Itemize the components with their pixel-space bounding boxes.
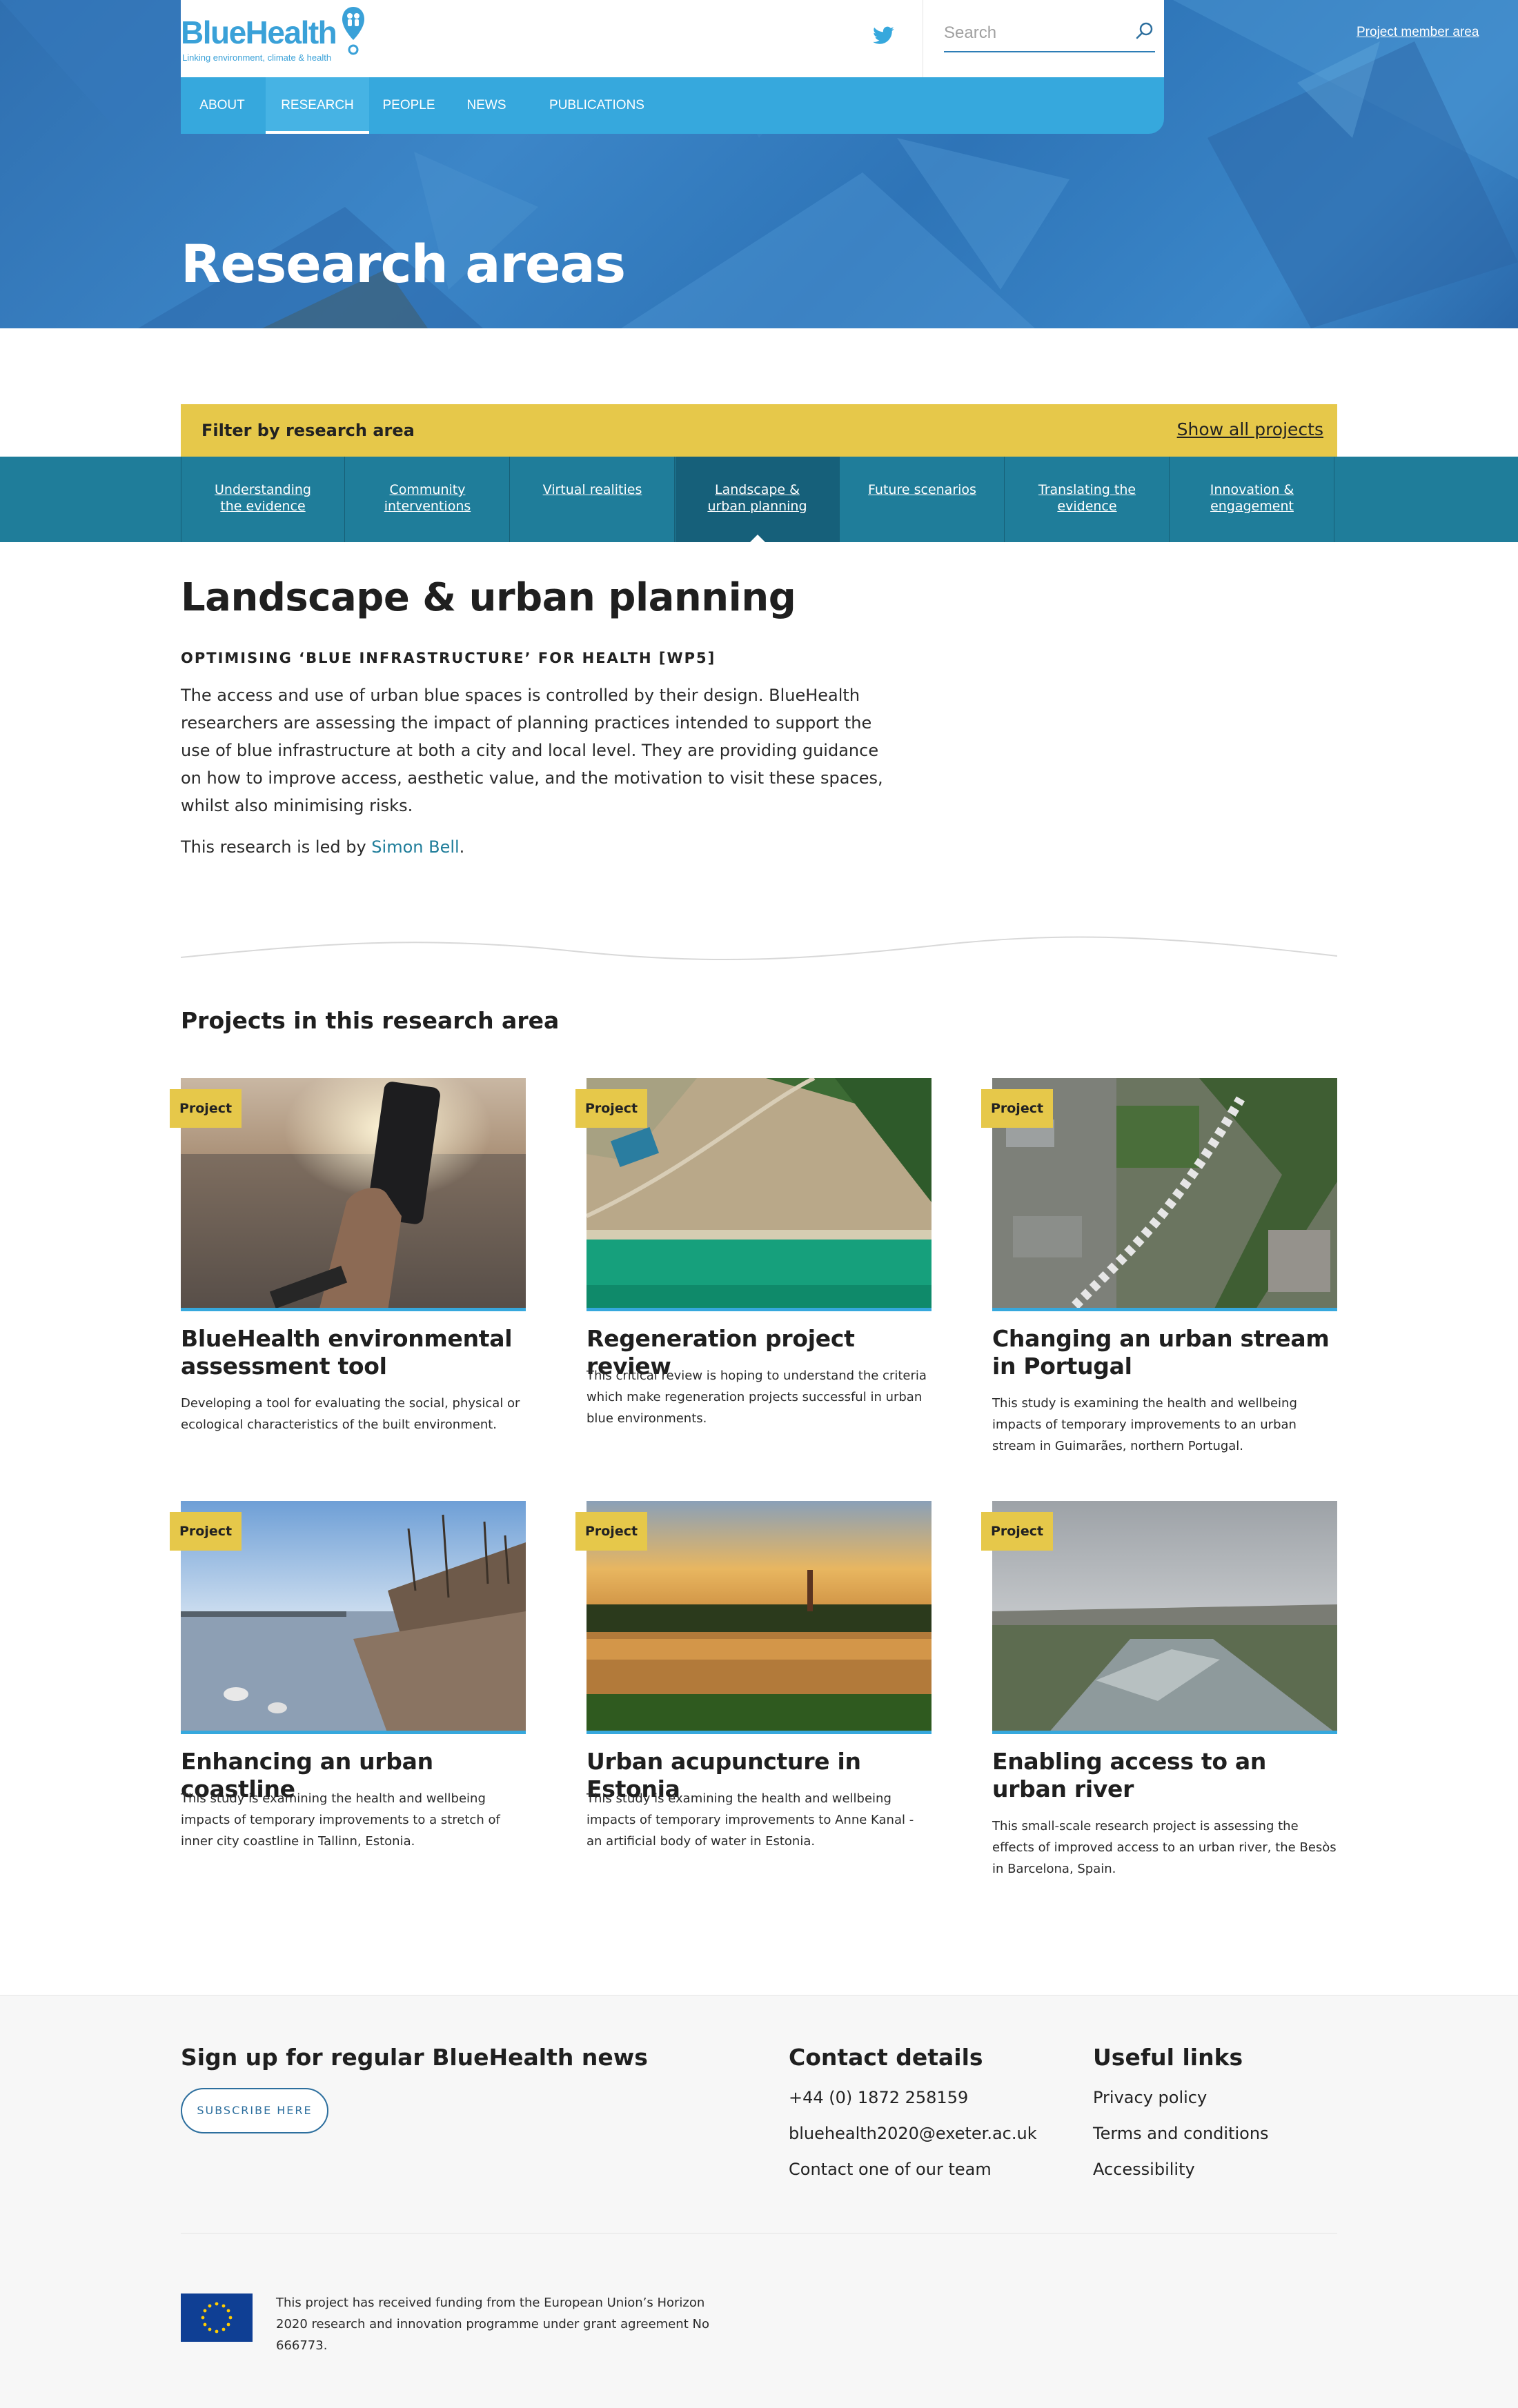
- useful-links-heading: Useful links: [1093, 2044, 1243, 2071]
- eu-funding-notice: This project has received funding from t…: [276, 2296, 709, 2353]
- logo-tagline: Linking environment, climate & health: [182, 52, 332, 63]
- bluehealth-logo[interactable]: BlueHealth Linking environment, climate …: [181, 4, 388, 66]
- project-badge: Project: [981, 1089, 1053, 1128]
- projects-heading: Projects in this research area: [181, 1007, 560, 1034]
- contact-team-link[interactable]: Contact one of our team: [789, 2160, 992, 2179]
- project-description: This study is examining the health and w…: [992, 1396, 1297, 1453]
- tab-innovation-engagement[interactable]: Innovation & engagement: [1170, 457, 1334, 542]
- tab-label-line1: Understanding: [215, 482, 311, 497]
- nav-news[interactable]: NEWS: [448, 77, 524, 134]
- terms-link[interactable]: Terms and conditions: [1093, 2124, 1269, 2143]
- tab-virtual-realities[interactable]: Virtual realities: [511, 457, 675, 542]
- tab-label-line1: Landscape &: [715, 482, 800, 497]
- newsletter-heading: Sign up for regular BlueHealth news: [181, 2044, 648, 2071]
- search-icon[interactable]: [1134, 21, 1155, 41]
- project-member-area-link[interactable]: Project member area: [1357, 25, 1479, 40]
- project-badge: Project: [575, 1512, 647, 1551]
- filter-bar: Filter by research area Show all project…: [181, 404, 1337, 457]
- search-area: [923, 0, 1164, 77]
- research-area-title: Landscape & urban planning: [181, 575, 796, 620]
- privacy-policy-link[interactable]: Privacy policy: [1093, 2088, 1207, 2107]
- project-title[interactable]: BlueHealth environmental assessment tool: [181, 1325, 526, 1380]
- nav-publications[interactable]: PUBLICATIONS: [524, 77, 669, 134]
- contact-email[interactable]: bluehealth2020@exeter.ac.uk: [789, 2124, 1037, 2143]
- nav-people[interactable]: PEOPLE: [369, 77, 448, 134]
- eu-flag-icon: [181, 2293, 253, 2342]
- tab-translating-the-evidence[interactable]: Translating the evidence: [1005, 457, 1170, 542]
- research-lead-link[interactable]: Simon Bell: [371, 837, 459, 857]
- research-area-tabs: Understanding the evidence Community int…: [0, 457, 1518, 542]
- research-area-subtitle: OPTIMISING ‘BLUE INFRASTRUCTURE’ FOR HEA…: [181, 650, 716, 666]
- location-pin-icon: [342, 7, 364, 55]
- main-navigation: ABOUT RESEARCH PEOPLE NEWS PUBLICATIONS: [181, 77, 1164, 134]
- tab-future-scenarios[interactable]: Future scenarios: [840, 457, 1005, 542]
- search-input[interactable]: [944, 15, 1155, 52]
- research-lead-suffix: .: [459, 837, 465, 857]
- project-description: This study is examining the health and w…: [181, 1791, 500, 1849]
- project-title[interactable]: Changing an urban stream in Portugal: [992, 1325, 1337, 1380]
- tab-label-line2: the evidence: [220, 499, 306, 514]
- project-badge: Project: [575, 1089, 647, 1128]
- tab-label-line2: evidence: [1057, 499, 1117, 514]
- tab-label-line2: engagement: [1210, 499, 1294, 514]
- project-description: This small-scale research project is ass…: [992, 1819, 1337, 1876]
- logo-text: BlueHealth: [181, 14, 337, 50]
- site-header: BlueHealth Linking environment, climate …: [181, 0, 1164, 77]
- tab-label-line2: interventions: [384, 499, 471, 514]
- nav-research[interactable]: RESEARCH: [266, 77, 369, 134]
- tab-label-line1: Innovation &: [1210, 482, 1294, 497]
- research-lead-prefix: This research is led by: [181, 837, 372, 857]
- research-lead: This research is led by Simon Bell.: [181, 837, 464, 857]
- site-footer: Sign up for regular BlueHealth news SUBS…: [0, 1995, 1518, 2408]
- project-description: This critical review is hoping to unders…: [586, 1369, 927, 1426]
- project-badge: Project: [170, 1089, 241, 1128]
- tab-landscape-urban-planning[interactable]: Landscape & urban planning: [676, 457, 840, 542]
- show-all-projects-link[interactable]: Show all projects: [1177, 419, 1323, 439]
- project-description: This study is examining the health and w…: [586, 1791, 914, 1849]
- research-area-description: The access and use of urban blue spaces …: [181, 686, 883, 815]
- project-title[interactable]: Enabling access to an urban river: [992, 1748, 1337, 1803]
- tab-label-line2: urban planning: [707, 499, 807, 514]
- filter-label: Filter by research area: [201, 421, 415, 440]
- twitter-icon[interactable]: [873, 26, 895, 46]
- project-badge: Project: [981, 1512, 1053, 1551]
- contact-phone[interactable]: +44 (0) 1872 258159: [789, 2088, 968, 2107]
- accessibility-link[interactable]: Accessibility: [1093, 2160, 1195, 2179]
- project-description: Developing a tool for evaluating the soc…: [181, 1396, 520, 1432]
- page-title: Research areas: [181, 233, 626, 295]
- tab-label-line1: Community: [389, 482, 466, 497]
- tab-label-line1: Future scenarios: [868, 482, 976, 497]
- subscribe-button[interactable]: SUBSCRIBE HERE: [181, 2088, 328, 2133]
- wave-divider: [181, 936, 1337, 961]
- contact-heading: Contact details: [789, 2044, 983, 2071]
- nav-about[interactable]: ABOUT: [181, 77, 264, 134]
- tab-label-line1: Translating the: [1038, 482, 1136, 497]
- project-badge: Project: [170, 1512, 241, 1551]
- tab-understanding-the-evidence[interactable]: Understanding the evidence: [181, 457, 345, 542]
- tab-label-line1: Virtual realities: [542, 482, 642, 497]
- tab-community-interventions[interactable]: Community interventions: [346, 457, 510, 542]
